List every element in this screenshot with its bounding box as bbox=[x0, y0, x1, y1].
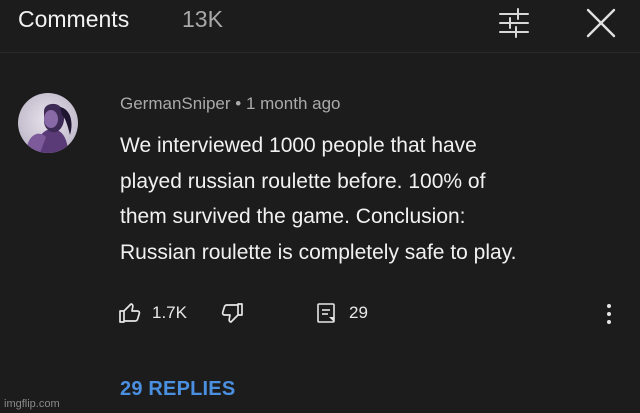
header-title: Comments bbox=[18, 6, 130, 32]
comment-meta: GermanSniper • 1 month ago bbox=[120, 94, 340, 114]
reply-comment-icon[interactable] bbox=[316, 302, 338, 324]
view-replies-button[interactable]: 29 REPLIES bbox=[120, 378, 235, 401]
comment-count: 13K bbox=[182, 6, 223, 32]
meta-separator: • bbox=[230, 94, 246, 113]
reply-count: 29 bbox=[349, 303, 368, 322]
more-options-icon[interactable] bbox=[604, 302, 614, 326]
comment-line: We interviewed 1000 people that have bbox=[120, 134, 477, 157]
avatar[interactable] bbox=[18, 93, 78, 153]
author-name[interactable]: GermanSniper bbox=[120, 94, 231, 113]
comment-actions: 1.7K 29 bbox=[0, 296, 640, 330]
like-count: 1.7K bbox=[152, 303, 187, 322]
thumbs-up-icon[interactable] bbox=[118, 301, 142, 325]
sort-filter-icon[interactable] bbox=[496, 6, 532, 40]
comment-line: Russian roulette is completely safe to p… bbox=[120, 240, 517, 264]
comment-body: We interviewed 1000 people that have pla… bbox=[120, 128, 620, 270]
thumbs-down-icon[interactable] bbox=[220, 301, 244, 325]
comment-time: 1 month ago bbox=[245, 94, 341, 113]
comment-line: them survived the game. Conclusion: bbox=[120, 205, 466, 228]
header-divider bbox=[0, 52, 640, 53]
comments-header: Comments 13K bbox=[0, 0, 640, 46]
comment-line: played russian roulette before. 100% of bbox=[120, 169, 486, 193]
close-icon[interactable] bbox=[584, 6, 618, 40]
watermark: imgflip.com bbox=[4, 398, 60, 410]
